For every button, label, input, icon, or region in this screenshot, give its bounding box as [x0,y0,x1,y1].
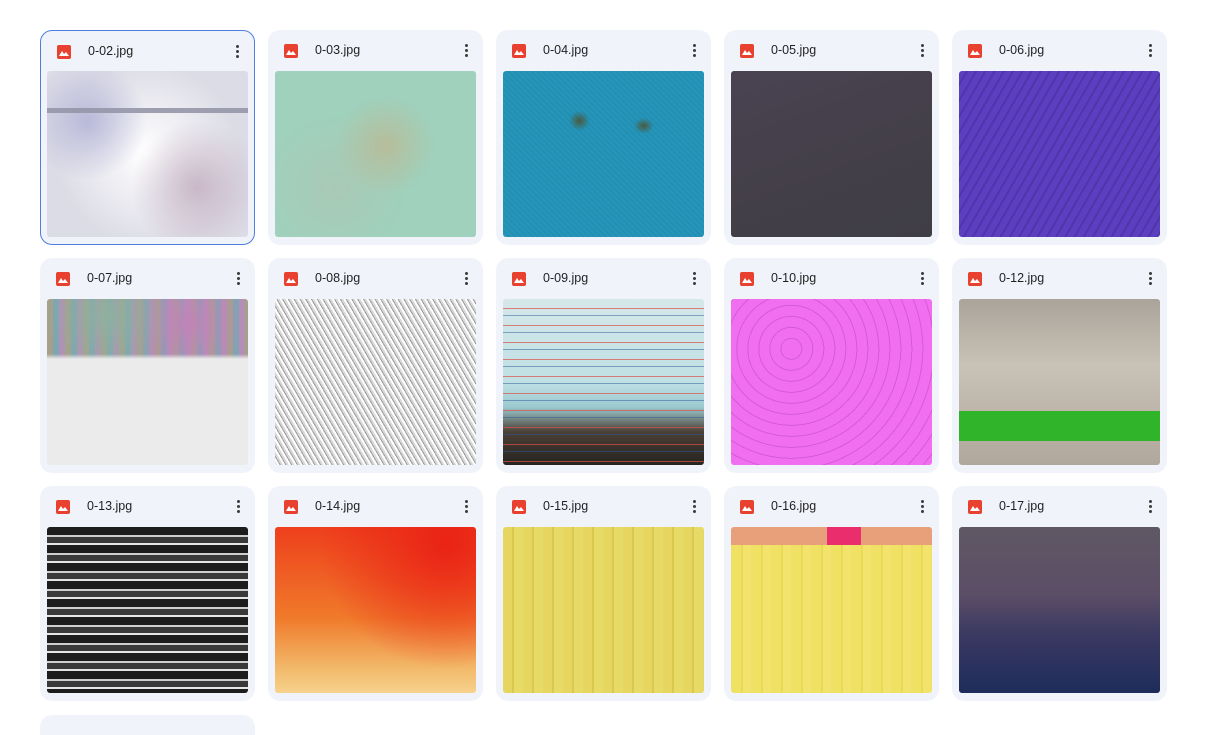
file-thumbnail[interactable] [731,299,932,465]
file-thumbnail[interactable] [503,71,704,237]
more-vert-icon[interactable] [689,42,699,60]
image-file-icon [512,500,526,514]
file-name: 0-08.jpg [315,271,361,285]
file-thumbnail[interactable] [959,527,1160,693]
more-vert-icon[interactable] [689,270,699,288]
image-file-icon [512,44,526,58]
file-card-header: 0-12.jpg [952,258,1167,298]
file-name: 0-05.jpg [771,43,817,57]
more-vert-icon[interactable] [917,498,927,516]
file-name: 0-16.jpg [771,499,817,513]
file-thumbnail[interactable] [47,299,248,465]
image-file-icon [968,44,982,58]
file-name: 0-10.jpg [771,271,817,285]
file-card[interactable]: 0-15.jpg [496,486,711,701]
file-name: 0-15.jpg [543,499,589,513]
more-vert-icon[interactable] [689,498,699,516]
more-vert-icon[interactable] [461,498,471,516]
file-card[interactable]: 0-09.jpg [496,258,711,473]
more-vert-icon[interactable] [461,42,471,60]
file-card[interactable]: 0-04.jpg [496,30,711,245]
image-file-icon [284,500,298,514]
image-file-icon [284,44,298,58]
file-thumbnail[interactable] [275,527,476,693]
file-name: 0-02.jpg [88,44,134,58]
more-vert-icon[interactable] [461,270,471,288]
more-vert-icon[interactable] [917,270,927,288]
more-vert-icon[interactable] [1145,42,1155,60]
file-thumbnail[interactable] [503,527,704,693]
file-card-header: 0-05.jpg [724,30,939,70]
file-name: 0-17.jpg [999,499,1045,513]
file-card-header: 0-17.jpg [952,486,1167,526]
image-file-icon [740,272,754,286]
file-thumbnail[interactable] [731,527,932,693]
file-name: 0-09.jpg [543,271,589,285]
file-card-header: 0-13.jpg [40,486,255,526]
file-name: 0-07.jpg [87,271,133,285]
file-card-header: 0-04.jpg [496,30,711,70]
file-card[interactable]: 0-06.jpg [952,30,1167,245]
file-thumbnail[interactable] [275,71,476,237]
file-card[interactable]: 0-10.jpg [724,258,939,473]
file-name: 0-06.jpg [999,43,1045,57]
image-file-icon [968,272,982,286]
file-card[interactable]: 0-03.jpg [268,30,483,245]
image-file-icon [740,500,754,514]
file-thumbnail[interactable] [731,71,932,237]
file-name: 0-12.jpg [999,271,1045,285]
file-thumbnail[interactable] [959,299,1160,465]
file-card[interactable]: 0-16.jpg [724,486,939,701]
more-vert-icon[interactable] [232,43,242,61]
file-thumbnail[interactable] [275,299,476,465]
file-card[interactable]: 0-13.jpg [40,486,255,701]
image-file-icon [968,500,982,514]
file-thumbnail[interactable] [959,71,1160,237]
file-card-header: 0-10.jpg [724,258,939,298]
file-card[interactable]: 0-12.jpg [952,258,1167,473]
file-card-header: 0-08.jpg [268,258,483,298]
file-thumbnail[interactable] [47,71,248,237]
more-vert-icon[interactable] [233,498,243,516]
more-vert-icon[interactable] [233,270,243,288]
file-name: 0-03.jpg [315,43,361,57]
file-card[interactable]: 0-14.jpg [268,486,483,701]
file-card-header: 0-02.jpg [41,31,254,71]
file-card-header: 0-14.jpg [268,486,483,526]
image-file-icon [512,272,526,286]
file-card[interactable]: 0-02.jpg [40,30,255,245]
file-card[interactable]: 0-17.jpg [952,486,1167,701]
file-card[interactable]: 0-05.jpg [724,30,939,245]
file-card-header: 0-06.jpg [952,30,1167,70]
image-file-icon [740,44,754,58]
file-thumbnail[interactable] [47,527,248,693]
file-thumbnail[interactable] [503,299,704,465]
file-card-header: 0-03.jpg [268,30,483,70]
image-file-icon [284,272,298,286]
file-name: 0-04.jpg [543,43,589,57]
file-grid: 0-02.jpg 0-03.jpg 0-04.jpg 0-05.jpg 0-06… [40,30,1167,701]
file-card-partial[interactable] [40,715,255,735]
image-file-icon [56,272,70,286]
more-vert-icon[interactable] [1145,498,1155,516]
image-file-icon [57,45,71,59]
file-card-header: 0-09.jpg [496,258,711,298]
file-card-header: 0-16.jpg [724,486,939,526]
more-vert-icon[interactable] [1145,270,1155,288]
file-name: 0-14.jpg [315,499,361,513]
file-card[interactable]: 0-08.jpg [268,258,483,473]
file-card-header: 0-15.jpg [496,486,711,526]
more-vert-icon[interactable] [917,42,927,60]
file-card[interactable]: 0-07.jpg [40,258,255,473]
file-card-header: 0-07.jpg [40,258,255,298]
file-name: 0-13.jpg [87,499,133,513]
image-file-icon [56,500,70,514]
